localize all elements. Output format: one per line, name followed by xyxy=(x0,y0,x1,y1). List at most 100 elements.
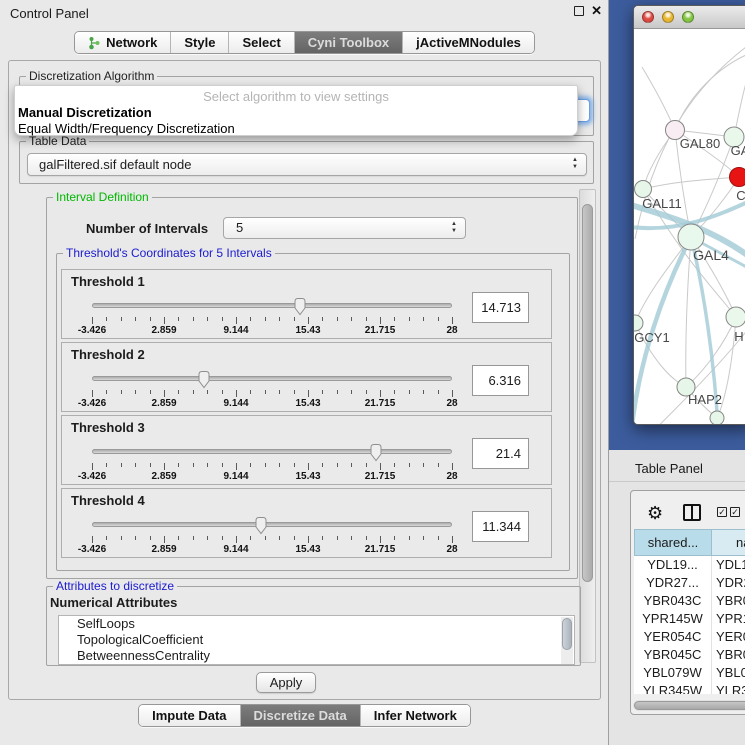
gear-icon[interactable]: ⚙ xyxy=(647,502,663,524)
network-node-gal11[interactable] xyxy=(635,181,652,198)
table-cell[interactable]: YDL1 xyxy=(712,556,745,574)
close-icon[interactable]: ✕ xyxy=(591,5,602,17)
algorithm-option-equal-width-frequency-discretization[interactable]: Equal Width/Frequency Discretization xyxy=(15,121,577,137)
slider-tick xyxy=(308,536,309,543)
slider-tick xyxy=(322,536,323,540)
slider-track[interactable] xyxy=(92,376,452,381)
zoom-traffic-light-icon[interactable] xyxy=(682,11,694,23)
tab-discretize-data[interactable]: Discretize Data xyxy=(241,705,361,726)
slider-track[interactable] xyxy=(92,449,452,454)
algorithm-placeholder-option[interactable]: Select algorithm to view settings xyxy=(15,89,577,105)
column-header-shared-[interactable]: shared... xyxy=(634,529,712,556)
table-cell[interactable]: YER054C xyxy=(634,628,712,646)
threshold-panel-1: Threshold 1-3.4262.8599.14415.4321.71528… xyxy=(61,269,552,339)
slider-tick-label: 2.859 xyxy=(151,325,176,336)
network-edge xyxy=(643,177,739,189)
number-of-intervals-spinner[interactable]: 5 ▲▼ xyxy=(223,217,466,239)
tab-impute-data[interactable]: Impute Data xyxy=(139,705,240,726)
algorithm-option-manual-discretization[interactable]: Manual Discretization xyxy=(15,105,577,121)
node-label: GAL80 xyxy=(680,136,720,151)
minimize-traffic-light-icon[interactable] xyxy=(662,11,674,23)
checkbox-icon[interactable]: ✓ xyxy=(717,507,727,517)
table-cell[interactable]: YBR045C xyxy=(634,646,712,664)
threshold-value-field[interactable]: 21.4 xyxy=(472,438,529,469)
network-view[interactable]: GAL80GACGAL11GAL4GCY1HHAP2 xyxy=(634,29,745,425)
table-cell[interactable]: YDL19... xyxy=(634,556,712,574)
tab-infer-network[interactable]: Infer Network xyxy=(361,705,470,726)
tab-cyni-toolbox[interactable]: Cyni Toolbox xyxy=(295,32,403,53)
table-cell[interactable]: YER0 xyxy=(712,628,745,646)
horizontal-scrollbar[interactable] xyxy=(633,700,745,711)
horizontal-scrollbar-thumb[interactable] xyxy=(634,701,745,710)
tab-jactivemnodules[interactable]: jActiveMNodules xyxy=(403,32,534,53)
slider-tick xyxy=(222,463,223,467)
table-row[interactable]: YBR043CYBR0 xyxy=(634,592,745,610)
table-cell[interactable]: YBR0 xyxy=(712,646,745,664)
apply-button[interactable]: Apply xyxy=(256,672,316,693)
split-columns-icon[interactable] xyxy=(683,504,701,521)
network-node-h[interactable] xyxy=(726,307,745,327)
table-row[interactable]: YER054CYER0 xyxy=(634,628,745,646)
slider-tick xyxy=(394,317,395,321)
slider-tick xyxy=(236,390,237,397)
threshold-value-field[interactable]: 6.316 xyxy=(472,365,529,396)
slider-thumb[interactable] xyxy=(197,370,211,389)
table-row[interactable]: YDL19...YDL1 xyxy=(634,556,745,574)
network-window[interactable]: GAL80GACGAL11GAL4GCY1HHAP2 xyxy=(633,5,745,425)
tab-network[interactable]: Network xyxy=(75,32,171,53)
threshold-value-field[interactable]: 14.713 xyxy=(472,292,529,323)
network-graph[interactable]: GAL80GACGAL11GAL4GCY1HHAP2 xyxy=(634,29,745,425)
slider-track[interactable] xyxy=(92,303,452,308)
list-scrollbar-thumb[interactable] xyxy=(562,618,572,650)
attribute-item-betweennesscentrality[interactable]: BetweennessCentrality xyxy=(59,648,574,664)
table-cell[interactable]: YPR145W xyxy=(634,610,712,628)
slider-tick xyxy=(409,317,410,321)
slider-tick-label: 28 xyxy=(446,398,457,409)
slider-tick xyxy=(150,463,151,467)
control-panel: Control Panel ✕ NetworkStyleSelectCyni T… xyxy=(0,0,609,745)
checkbox-icon[interactable]: ✓ xyxy=(730,507,740,517)
list-scrollbar[interactable] xyxy=(561,617,573,664)
table-cell[interactable]: YDR2 xyxy=(712,574,745,592)
slider-tick xyxy=(337,463,338,467)
threshold-value-field[interactable]: 11.344 xyxy=(472,511,529,542)
slider-tick-label: 28 xyxy=(446,544,457,555)
slider-thumb[interactable] xyxy=(254,516,268,535)
close-traffic-light-icon[interactable] xyxy=(642,11,654,23)
table-data-select[interactable]: galFiltered.sif default node ▲▼ xyxy=(27,153,587,176)
table-cell[interactable]: YLR345W xyxy=(634,682,712,694)
network-node-c[interactable] xyxy=(730,168,745,187)
table-cell[interactable]: YBR0 xyxy=(712,592,745,610)
table-cell[interactable]: YDR27... xyxy=(634,574,712,592)
slider-tick xyxy=(164,390,165,397)
slider-tick xyxy=(193,390,194,394)
attribute-item-topologicalcoefficient[interactable]: TopologicalCoefficient xyxy=(59,632,574,648)
tab-style[interactable]: Style xyxy=(171,32,229,53)
table-row[interactable]: YDR27...YDR2 xyxy=(634,574,745,592)
column-header-na[interactable]: na xyxy=(712,529,745,556)
tab-select[interactable]: Select xyxy=(229,32,294,53)
network-node[interactable] xyxy=(710,411,724,425)
table-row[interactable]: YBR045CYBR0 xyxy=(634,646,745,664)
algorithm-dropdown-popup: Select algorithm to view settings Manual… xyxy=(14,85,578,136)
slider-tick xyxy=(121,463,122,467)
table-cell[interactable]: YBL0 xyxy=(712,664,745,682)
network-window-titlebar[interactable] xyxy=(634,6,745,29)
slider-track[interactable] xyxy=(92,522,452,527)
vertical-scrollbar-thumb[interactable] xyxy=(582,204,593,582)
slider-thumb[interactable] xyxy=(369,443,383,462)
float-window-icon[interactable] xyxy=(574,6,584,16)
attribute-item-selfloops[interactable]: SelfLoops xyxy=(59,616,574,632)
table-row[interactable]: YLR345WYLR3 xyxy=(634,682,745,694)
slider-tick-label: 2.859 xyxy=(151,471,176,482)
table-cell[interactable]: YBR043C xyxy=(634,592,712,610)
vertical-scrollbar[interactable] xyxy=(579,189,596,663)
slider-thumb[interactable] xyxy=(293,297,307,316)
table-cell[interactable]: YLR3 xyxy=(712,682,745,694)
network-node-gcy1[interactable] xyxy=(634,315,643,331)
table-cell[interactable]: YPR1 xyxy=(712,610,745,628)
table-row[interactable]: YPR145WYPR1 xyxy=(634,610,745,628)
table-row[interactable]: YBL079WYBL0 xyxy=(634,664,745,682)
numerical-attributes-list[interactable]: SelfLoopsTopologicalCoefficientBetweenne… xyxy=(58,615,575,665)
table-cell[interactable]: YBL079W xyxy=(634,664,712,682)
